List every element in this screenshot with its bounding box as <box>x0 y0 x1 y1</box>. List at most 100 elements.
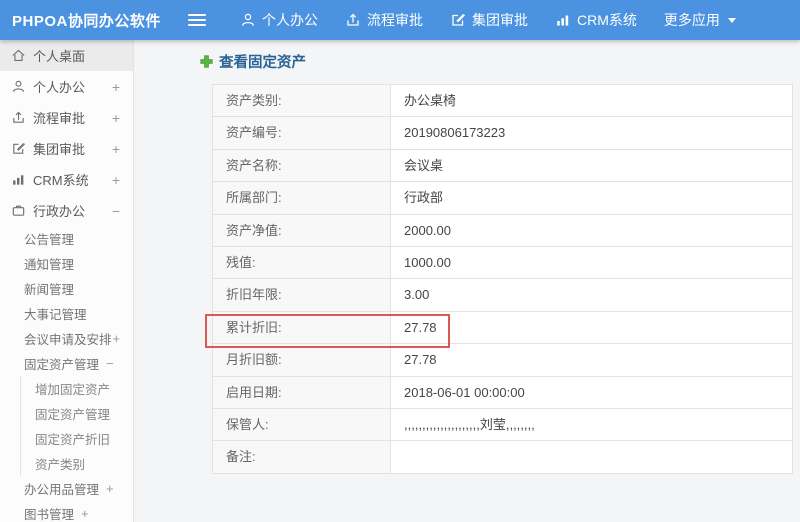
sidebar-item-personal-office[interactable]: 个人办公 + <box>0 71 133 102</box>
top-navigation: 个人办公 流程审批 集团审批 CRM系统 更多应用 <box>230 0 753 40</box>
table-row: 折旧年限: 3.00 <box>213 279 793 312</box>
bar-chart-icon <box>11 172 26 187</box>
row-value: 2000.00 <box>391 214 793 246</box>
submenu-label: 固定资产管理 <box>24 358 100 372</box>
row-value: ,,,,,,,,,,,,,,,,,,,,,刘莹,,,,,,,, <box>391 408 793 441</box>
table-row: 启用日期: 2018-06-01 00:00:00 <box>213 376 793 409</box>
table-row-accumulated-depreciation: 累计折旧: 27.78 <box>213 311 793 345</box>
submenu-item-books[interactable]: 图书管理 + <box>0 501 133 522</box>
topnav-label: 个人办公 <box>262 12 318 28</box>
expand-indicator: + <box>112 331 121 346</box>
caret-down-icon <box>727 17 736 23</box>
page-header: 查看固定资产 <box>200 51 306 72</box>
row-label: 累计折旧: <box>213 311 391 344</box>
topnav-label: 更多应用 <box>663 12 720 28</box>
submenu-item-fixed-assets[interactable]: 固定资产管理 − <box>0 351 133 376</box>
row-label: 资产类别: <box>213 85 391 117</box>
submenu-item-fixed-asset-manage[interactable]: 固定资产管理 <box>21 401 133 426</box>
sidebar-item-label: 个人办公 <box>33 80 86 95</box>
submenu-label: 大事记管理 <box>24 308 87 322</box>
row-label: 启用日期: <box>213 376 391 408</box>
fixed-assets-submenu: 增加固定资产 固定资产管理 固定资产折旧 资产类别 <box>20 376 133 476</box>
briefcase-icon <box>11 203 26 218</box>
submenu-label: 增加固定资产 <box>35 383 111 397</box>
row-value: 27.78 <box>391 311 793 344</box>
edit-icon <box>450 12 466 28</box>
main-content: 查看固定资产 资产类别: 办公桌椅 资产编号: 20190806173223 资产名… <box>134 40 800 522</box>
person-icon <box>240 12 256 28</box>
row-value: 2018-06-01 00:00:00 <box>391 376 793 408</box>
submenu-item-events[interactable]: 大事记管理 <box>0 301 133 326</box>
table-row: 备注: <box>213 441 793 474</box>
collapse-indicator: − <box>106 356 114 371</box>
topnav-item-personal-office[interactable]: 个人办公 <box>230 0 328 40</box>
row-label: 保管人: <box>213 408 391 441</box>
sidebar-item-workflow-approval[interactable]: 流程审批 + <box>0 102 133 133</box>
row-value <box>391 441 793 473</box>
expand-indicator[interactable]: + <box>112 141 120 157</box>
add-icon <box>200 55 213 68</box>
expand-indicator[interactable]: + <box>112 110 120 126</box>
submenu-label: 会议申请及安排 <box>24 333 112 347</box>
submenu-item-meeting[interactable]: 会议申请及安排 + <box>0 326 133 351</box>
table-row: 所属部门: 行政部 <box>213 182 793 215</box>
topnav-label: 流程审批 <box>367 12 423 28</box>
row-value: 27.78 <box>391 344 793 376</box>
submenu-label: 固定资产管理 <box>35 408 111 422</box>
topnav-item-crm[interactable]: CRM系统 <box>545 0 647 40</box>
flow-icon <box>345 12 361 28</box>
row-value: 行政部 <box>391 182 793 214</box>
submenu-item-add-fixed-asset[interactable]: 增加固定资产 <box>21 376 133 401</box>
expand-indicator: + <box>106 481 114 496</box>
edit-icon <box>11 141 26 156</box>
row-label: 资产编号: <box>213 117 391 149</box>
table-row: 保管人: ,,,,,,,,,,,,,,,,,,,,,刘莹,,,,,,,, <box>213 408 793 442</box>
sidebar-item-label: 流程审批 <box>33 111 86 126</box>
row-label: 折旧年限: <box>213 279 391 311</box>
collapse-indicator[interactable]: − <box>112 203 120 219</box>
row-label: 残值: <box>213 246 391 279</box>
submenu-item-fixed-asset-depreciation[interactable]: 固定资产折旧 <box>21 426 133 451</box>
row-value: 办公桌椅 <box>391 85 793 117</box>
expand-indicator: + <box>81 506 89 521</box>
expand-indicator[interactable]: + <box>112 172 120 188</box>
expand-indicator[interactable]: + <box>112 79 120 95</box>
topnav-item-more-apps[interactable]: 更多应用 <box>654 0 746 40</box>
row-value: 3.00 <box>391 279 793 311</box>
sidebar-item-admin-office[interactable]: 行政办公 − <box>0 195 133 226</box>
row-label: 资产名称: <box>213 149 391 182</box>
sidebar-item-crm[interactable]: CRM系统 + <box>0 164 133 195</box>
row-label: 资产净值: <box>213 214 391 246</box>
page-title: 查看固定资产 <box>219 55 306 71</box>
topnav-item-group-approval[interactable]: 集团审批 <box>440 0 538 40</box>
hamburger-menu-icon[interactable] <box>188 14 206 26</box>
sidebar-item-personal-desktop[interactable]: 个人桌面 <box>0 40 133 71</box>
submenu-item-announcement[interactable]: 公告管理 <box>0 226 133 251</box>
sidebar-item-group-approval[interactable]: 集团审批 + <box>0 133 133 164</box>
table-row: 资产编号: 20190806173223 <box>213 117 793 150</box>
table-row: 资产类别: 办公桌椅 <box>213 85 793 118</box>
sidebar-item-label: CRM系统 <box>33 173 89 188</box>
submenu-item-office-supplies[interactable]: 办公用品管理 + <box>0 476 133 501</box>
table-row: 残值: 1000.00 <box>213 246 793 280</box>
row-label: 备注: <box>213 441 391 473</box>
submenu-label: 公告管理 <box>24 233 75 247</box>
sidebar: 个人桌面 个人办公 + 流程审批 + 集团审批 + CRM系统 + 行政办公 −… <box>0 40 134 522</box>
table-row: 月折旧额: 27.78 <box>213 344 793 377</box>
topnav-item-workflow-approval[interactable]: 流程审批 <box>335 0 433 40</box>
topnav-label: CRM系统 <box>577 12 637 28</box>
topbar: PHPOA协同办公软件 个人办公 流程审批 集团审批 CRM系统 更多应用 <box>0 0 800 40</box>
submenu-item-news[interactable]: 新闻管理 <box>0 276 133 301</box>
submenu-item-notice[interactable]: 通知管理 <box>0 251 133 276</box>
submenu-label: 固定资产折旧 <box>35 433 111 447</box>
row-value: 1000.00 <box>391 246 793 279</box>
flow-icon <box>11 110 26 125</box>
submenu-label: 通知管理 <box>24 258 75 272</box>
row-value: 20190806173223 <box>391 117 793 149</box>
admin-office-submenu: 公告管理 通知管理 新闻管理 大事记管理 会议申请及安排 + 固定资产管理 − <box>0 226 133 522</box>
sidebar-item-label: 集团审批 <box>33 142 86 157</box>
topnav-label: 集团审批 <box>472 12 528 28</box>
bar-chart-icon <box>555 12 571 28</box>
home-icon <box>11 48 26 63</box>
submenu-item-asset-category[interactable]: 资产类别 <box>21 451 133 476</box>
